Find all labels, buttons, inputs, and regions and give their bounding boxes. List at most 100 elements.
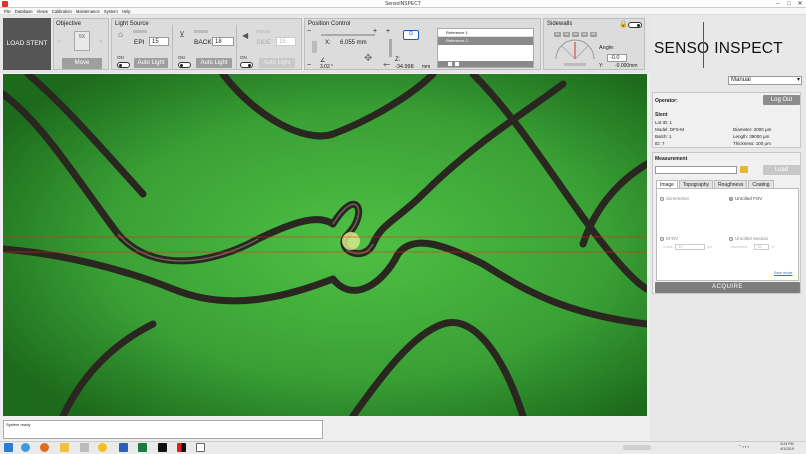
delete-reference-icon[interactable] — [455, 62, 459, 66]
status-text: System ready — [6, 422, 31, 427]
objective-lens-icon[interactable]: 5X — [74, 31, 90, 51]
sidewall-r4-button[interactable]: R4 — [581, 32, 588, 37]
unrolled-fov-label: Unrolled FOV — [735, 196, 763, 201]
chevron-left-icon[interactable]: ‹ — [58, 39, 60, 45]
sidewalls-toggle[interactable] — [628, 22, 642, 28]
reference-item[interactable]: Reference 2 — [438, 37, 533, 45]
light-source-title: Light Source — [115, 21, 149, 27]
stent-left-info: Lot ID: 1 Model: DFS-M Batch: 1 ID: 7 — [655, 119, 684, 147]
move-button[interactable]: Move — [62, 58, 102, 69]
file-explorer-icon[interactable] — [60, 443, 69, 452]
epi-auto-light-button[interactable]: Auto Light — [134, 58, 168, 68]
epi-light-icon: ⌂ — [118, 30, 123, 39]
menu-calibration[interactable]: Calibration — [52, 8, 72, 15]
side-toggle[interactable] — [240, 62, 253, 68]
epi-slider[interactable] — [133, 30, 147, 33]
z-slider[interactable] — [389, 39, 392, 57]
word-icon[interactable] — [119, 443, 128, 452]
epi-label: EPI — [134, 39, 145, 46]
x-plus-icon[interactable]: + — [373, 28, 377, 35]
section-increment-field[interactable]: 15 — [754, 244, 769, 250]
efov-option[interactable]: EFOV — [660, 236, 678, 241]
back-on-label: ON — [178, 55, 185, 60]
x-slider[interactable] — [321, 34, 375, 36]
browser-icon[interactable] — [21, 443, 30, 452]
clock-date: 4/1/2019 — [780, 446, 794, 451]
brand-accent-line — [703, 22, 704, 68]
logout-button[interactable]: Log Out — [763, 95, 800, 105]
firefox-icon[interactable] — [40, 443, 49, 452]
brand-left: SENSO — [654, 40, 710, 57]
angle-label: Angle: — [599, 45, 615, 51]
reference-item[interactable]: Reference 1 — [438, 29, 533, 37]
epi-toggle[interactable] — [117, 62, 130, 68]
sidewall-r3-button[interactable]: R3 — [572, 32, 579, 37]
close-button[interactable]: ✕ — [795, 0, 805, 8]
side-auto-light-button[interactable]: Auto Light — [259, 58, 295, 68]
angle-value-field[interactable]: -0.0 — [607, 54, 627, 62]
chevron-right-icon[interactable]: › — [100, 39, 102, 45]
camera-snapshot-icon[interactable]: ⊙ — [403, 30, 419, 40]
start-icon[interactable] — [4, 443, 13, 452]
save-recipe-link[interactable]: Save recipe — [774, 271, 792, 275]
measurement-title: Measurement — [655, 156, 688, 162]
y-slider[interactable] — [312, 41, 317, 53]
lock-icon: 🔒 — [619, 21, 628, 28]
unrolled-fov-option[interactable]: Unrolled FOV — [729, 196, 762, 201]
menu-views[interactable]: Views — [37, 8, 48, 15]
side-on-label: ON — [240, 55, 247, 60]
z-plus-icon[interactable]: + — [386, 28, 390, 35]
menu-maintenance[interactable]: Maintenance — [76, 8, 100, 15]
batch-value: 1 — [669, 134, 672, 139]
objective-title: Objective — [56, 21, 82, 27]
mode-select[interactable]: Manual ▾ — [728, 76, 802, 85]
sensoinspect-taskbar-icon[interactable] — [177, 443, 186, 452]
tray-icons[interactable]: ⌃ ▪ ▪ ▪ — [738, 444, 749, 449]
terminal-icon[interactable] — [158, 443, 167, 452]
excel-icon[interactable] — [138, 443, 147, 452]
diameter-label: Diameter: — [733, 127, 753, 132]
sidewall-r2-button[interactable]: R2 — [563, 32, 570, 37]
sidewall-r1-button[interactable]: R1 — [554, 32, 561, 37]
window-taskbar-icon[interactable] — [196, 443, 205, 452]
side-value-field[interactable]: 15 — [276, 37, 296, 46]
z-value: -34.998 — [395, 64, 414, 70]
folder-icon[interactable] — [740, 166, 748, 173]
side-slider[interactable] — [256, 30, 270, 33]
back-toggle[interactable] — [178, 62, 191, 68]
menu-file[interactable]: File — [4, 8, 11, 15]
back-slider[interactable] — [194, 30, 208, 33]
angle-minus-icon[interactable]: − — [307, 62, 311, 69]
menu-database[interactable]: Database — [15, 8, 33, 15]
side-label: SIDE — [256, 39, 272, 46]
menu-system[interactable]: System — [104, 8, 118, 15]
screenshot-option[interactable]: Screenshot — [660, 196, 689, 201]
stent-right-info: Diameter: 2000 μm Length: 39000 μm Thick… — [733, 126, 771, 147]
back-auto-light-button[interactable]: Auto Light — [196, 58, 232, 68]
settings-icon[interactable] — [80, 443, 89, 452]
sidewall-r5-button[interactable]: R5 — [590, 32, 597, 37]
microscope-view[interactable] — [3, 74, 647, 416]
epi-value-field[interactable]: 15 — [149, 37, 169, 46]
unrolled-section-option[interactable]: Unrolled Section — [729, 236, 768, 241]
load-stent-button[interactable]: LOAD STENT — [3, 18, 51, 70]
id-label: ID: — [655, 141, 661, 146]
load-button[interactable]: Load — [763, 165, 800, 175]
x-minus-icon[interactable]: − — [307, 28, 311, 35]
back-light-icon: ⊻ — [179, 30, 185, 39]
measurement-name-input[interactable] — [655, 166, 737, 174]
efov-size-field[interactable]: 10 — [675, 244, 705, 250]
move-crosshair-icon[interactable]: ✥ — [364, 53, 372, 64]
minimize-button[interactable]: – — [773, 0, 783, 8]
z-minus-icon[interactable]: − — [386, 62, 390, 69]
menu-help[interactable]: Help — [122, 8, 131, 15]
maximize-button[interactable]: □ — [784, 0, 794, 8]
sidewall-slider[interactable] — [564, 63, 586, 66]
app-yellow-icon[interactable] — [98, 443, 107, 452]
clock[interactable]: 5:24 PM 4/1/2019 — [772, 442, 802, 451]
back-value-field[interactable]: 18 — [212, 37, 234, 46]
position-control-title: Position Control — [308, 21, 351, 27]
taskbar-search[interactable] — [623, 445, 651, 450]
add-reference-icon[interactable] — [448, 62, 452, 66]
acquire-button[interactable]: ACQUIRE — [655, 282, 800, 293]
